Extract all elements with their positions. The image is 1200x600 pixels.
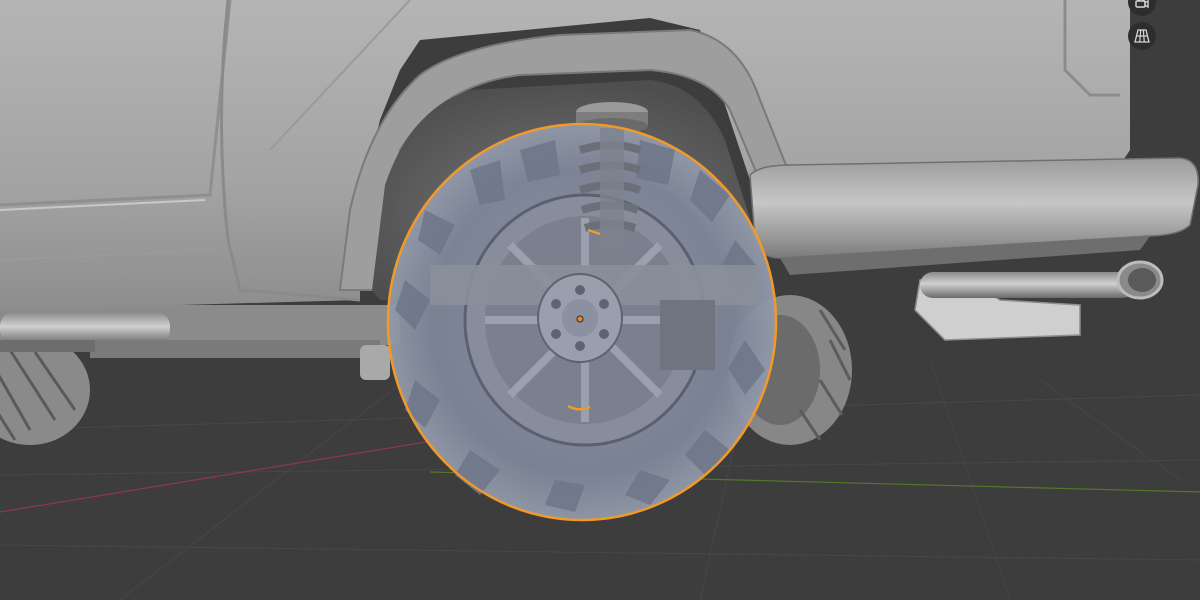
navigation-gizmo <box>1128 0 1160 60</box>
orthographic-toggle-button[interactable] <box>1128 22 1156 50</box>
camera-view-icon <box>1133 0 1151 11</box>
3d-viewport[interactable] <box>0 0 1200 600</box>
viewport-scene[interactable] <box>0 0 1200 600</box>
front-wheel-selected[interactable] <box>386 122 778 522</box>
orthographic-grid-icon <box>1133 27 1151 45</box>
object-origin <box>576 315 584 323</box>
camera-view-button[interactable] <box>1128 0 1156 16</box>
